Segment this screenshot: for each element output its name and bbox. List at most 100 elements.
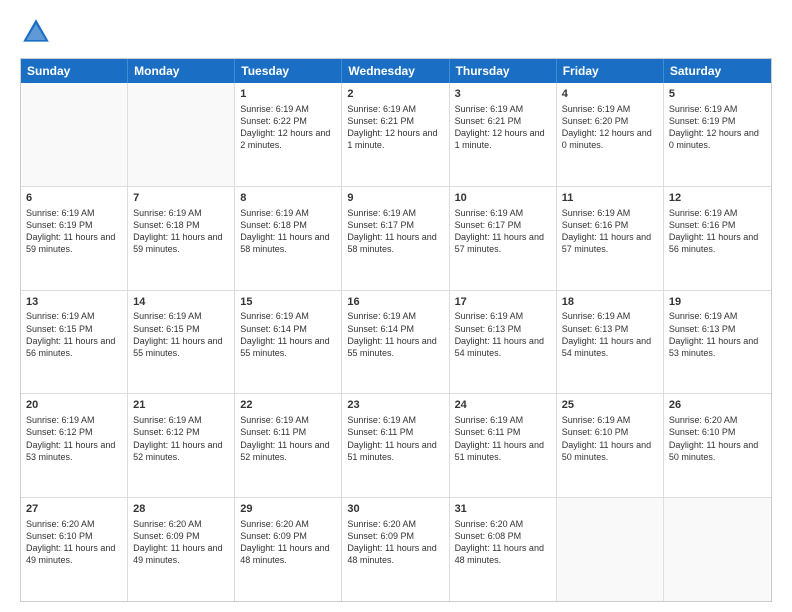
day-number: 20 (26, 398, 122, 413)
day-info: Sunrise: 6:19 AMSunset: 6:11 PMDaylight:… (240, 414, 336, 463)
day-info: Sunrise: 6:19 AMSunset: 6:20 PMDaylight:… (562, 103, 658, 152)
day-cell: 7Sunrise: 6:19 AMSunset: 6:18 PMDaylight… (128, 187, 235, 290)
day-cell: 3Sunrise: 6:19 AMSunset: 6:21 PMDaylight… (450, 83, 557, 186)
day-info: Sunrise: 6:19 AMSunset: 6:13 PMDaylight:… (562, 310, 658, 359)
weekday-header: Sunday (21, 59, 128, 83)
day-info: Sunrise: 6:19 AMSunset: 6:17 PMDaylight:… (455, 207, 551, 256)
day-info: Sunrise: 6:19 AMSunset: 6:18 PMDaylight:… (240, 207, 336, 256)
logo-icon (20, 16, 52, 48)
calendar: SundayMondayTuesdayWednesdayThursdayFrid… (20, 58, 772, 602)
day-cell: 1Sunrise: 6:19 AMSunset: 6:22 PMDaylight… (235, 83, 342, 186)
day-cell: 9Sunrise: 6:19 AMSunset: 6:17 PMDaylight… (342, 187, 449, 290)
day-number: 23 (347, 398, 443, 413)
day-number: 28 (133, 502, 229, 517)
day-cell: 24Sunrise: 6:19 AMSunset: 6:11 PMDayligh… (450, 394, 557, 497)
day-number: 26 (669, 398, 766, 413)
day-number: 15 (240, 295, 336, 310)
day-number: 12 (669, 191, 766, 206)
calendar-row: 1Sunrise: 6:19 AMSunset: 6:22 PMDaylight… (21, 83, 771, 186)
day-number: 29 (240, 502, 336, 517)
day-info: Sunrise: 6:19 AMSunset: 6:21 PMDaylight:… (455, 103, 551, 152)
day-number: 6 (26, 191, 122, 206)
day-cell: 31Sunrise: 6:20 AMSunset: 6:08 PMDayligh… (450, 498, 557, 601)
day-info: Sunrise: 6:19 AMSunset: 6:22 PMDaylight:… (240, 103, 336, 152)
day-info: Sunrise: 6:19 AMSunset: 6:13 PMDaylight:… (669, 310, 766, 359)
day-cell: 18Sunrise: 6:19 AMSunset: 6:13 PMDayligh… (557, 291, 664, 394)
day-number: 24 (455, 398, 551, 413)
day-info: Sunrise: 6:19 AMSunset: 6:14 PMDaylight:… (347, 310, 443, 359)
weekday-header: Tuesday (235, 59, 342, 83)
day-cell: 4Sunrise: 6:19 AMSunset: 6:20 PMDaylight… (557, 83, 664, 186)
day-cell: 2Sunrise: 6:19 AMSunset: 6:21 PMDaylight… (342, 83, 449, 186)
page: SundayMondayTuesdayWednesdayThursdayFrid… (0, 0, 792, 612)
day-cell: 19Sunrise: 6:19 AMSunset: 6:13 PMDayligh… (664, 291, 771, 394)
weekday-header: Wednesday (342, 59, 449, 83)
day-number: 31 (455, 502, 551, 517)
day-cell: 6Sunrise: 6:19 AMSunset: 6:19 PMDaylight… (21, 187, 128, 290)
day-cell: 27Sunrise: 6:20 AMSunset: 6:10 PMDayligh… (21, 498, 128, 601)
day-cell: 16Sunrise: 6:19 AMSunset: 6:14 PMDayligh… (342, 291, 449, 394)
calendar-row: 6Sunrise: 6:19 AMSunset: 6:19 PMDaylight… (21, 186, 771, 290)
day-number: 27 (26, 502, 122, 517)
day-cell: 25Sunrise: 6:19 AMSunset: 6:10 PMDayligh… (557, 394, 664, 497)
day-number: 8 (240, 191, 336, 206)
day-info: Sunrise: 6:20 AMSunset: 6:09 PMDaylight:… (133, 518, 229, 567)
day-number: 30 (347, 502, 443, 517)
calendar-header: SundayMondayTuesdayWednesdayThursdayFrid… (21, 59, 771, 83)
calendar-row: 20Sunrise: 6:19 AMSunset: 6:12 PMDayligh… (21, 393, 771, 497)
day-info: Sunrise: 6:19 AMSunset: 6:17 PMDaylight:… (347, 207, 443, 256)
day-info: Sunrise: 6:19 AMSunset: 6:12 PMDaylight:… (26, 414, 122, 463)
day-info: Sunrise: 6:19 AMSunset: 6:21 PMDaylight:… (347, 103, 443, 152)
day-info: Sunrise: 6:19 AMSunset: 6:15 PMDaylight:… (133, 310, 229, 359)
day-number: 13 (26, 295, 122, 310)
day-cell: 21Sunrise: 6:19 AMSunset: 6:12 PMDayligh… (128, 394, 235, 497)
empty-cell (664, 498, 771, 601)
day-cell: 26Sunrise: 6:20 AMSunset: 6:10 PMDayligh… (664, 394, 771, 497)
weekday-header: Saturday (664, 59, 771, 83)
day-info: Sunrise: 6:19 AMSunset: 6:13 PMDaylight:… (455, 310, 551, 359)
day-number: 3 (455, 87, 551, 102)
weekday-header: Friday (557, 59, 664, 83)
day-cell: 5Sunrise: 6:19 AMSunset: 6:19 PMDaylight… (664, 83, 771, 186)
day-cell: 13Sunrise: 6:19 AMSunset: 6:15 PMDayligh… (21, 291, 128, 394)
day-info: Sunrise: 6:19 AMSunset: 6:10 PMDaylight:… (562, 414, 658, 463)
day-number: 14 (133, 295, 229, 310)
empty-cell (557, 498, 664, 601)
day-number: 16 (347, 295, 443, 310)
day-cell: 14Sunrise: 6:19 AMSunset: 6:15 PMDayligh… (128, 291, 235, 394)
day-info: Sunrise: 6:20 AMSunset: 6:10 PMDaylight:… (669, 414, 766, 463)
weekday-header: Thursday (450, 59, 557, 83)
day-cell: 10Sunrise: 6:19 AMSunset: 6:17 PMDayligh… (450, 187, 557, 290)
day-info: Sunrise: 6:19 AMSunset: 6:19 PMDaylight:… (26, 207, 122, 256)
day-number: 2 (347, 87, 443, 102)
day-number: 5 (669, 87, 766, 102)
day-number: 17 (455, 295, 551, 310)
day-info: Sunrise: 6:19 AMSunset: 6:11 PMDaylight:… (455, 414, 551, 463)
day-number: 25 (562, 398, 658, 413)
day-cell: 17Sunrise: 6:19 AMSunset: 6:13 PMDayligh… (450, 291, 557, 394)
day-info: Sunrise: 6:20 AMSunset: 6:08 PMDaylight:… (455, 518, 551, 567)
calendar-row: 13Sunrise: 6:19 AMSunset: 6:15 PMDayligh… (21, 290, 771, 394)
day-number: 22 (240, 398, 336, 413)
weekday-header: Monday (128, 59, 235, 83)
day-number: 4 (562, 87, 658, 102)
day-info: Sunrise: 6:20 AMSunset: 6:10 PMDaylight:… (26, 518, 122, 567)
day-cell: 23Sunrise: 6:19 AMSunset: 6:11 PMDayligh… (342, 394, 449, 497)
day-info: Sunrise: 6:19 AMSunset: 6:15 PMDaylight:… (26, 310, 122, 359)
day-number: 9 (347, 191, 443, 206)
header (20, 16, 772, 48)
day-cell: 8Sunrise: 6:19 AMSunset: 6:18 PMDaylight… (235, 187, 342, 290)
day-cell: 22Sunrise: 6:19 AMSunset: 6:11 PMDayligh… (235, 394, 342, 497)
day-cell: 30Sunrise: 6:20 AMSunset: 6:09 PMDayligh… (342, 498, 449, 601)
day-info: Sunrise: 6:19 AMSunset: 6:16 PMDaylight:… (562, 207, 658, 256)
day-number: 11 (562, 191, 658, 206)
day-cell: 11Sunrise: 6:19 AMSunset: 6:16 PMDayligh… (557, 187, 664, 290)
day-info: Sunrise: 6:19 AMSunset: 6:19 PMDaylight:… (669, 103, 766, 152)
logo (20, 16, 56, 48)
day-number: 7 (133, 191, 229, 206)
day-info: Sunrise: 6:19 AMSunset: 6:16 PMDaylight:… (669, 207, 766, 256)
empty-cell (21, 83, 128, 186)
day-cell: 29Sunrise: 6:20 AMSunset: 6:09 PMDayligh… (235, 498, 342, 601)
day-cell: 28Sunrise: 6:20 AMSunset: 6:09 PMDayligh… (128, 498, 235, 601)
calendar-row: 27Sunrise: 6:20 AMSunset: 6:10 PMDayligh… (21, 497, 771, 601)
